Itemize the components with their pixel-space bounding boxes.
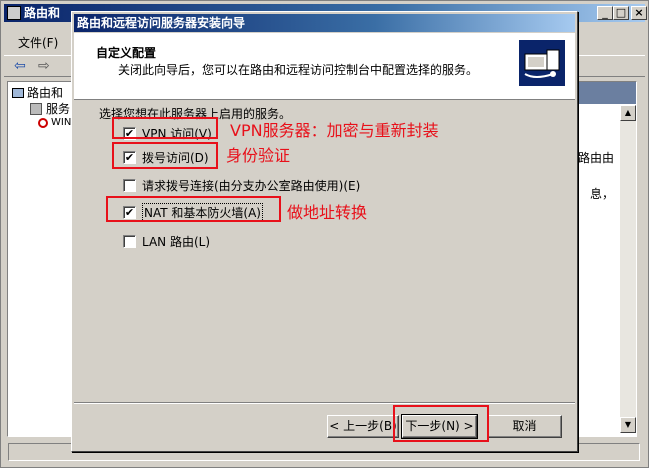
network-connection-icon [519,40,565,86]
tree-root-label: 路由和 [27,86,64,100]
wizard-header-desc: 关闭此向导后，您可以在路由和远程访问控制台中配置选择的服务。 [118,63,479,77]
annotation-box-next [393,405,489,442]
annotation-vpn: VPN服务器：加密与重新封装 [230,121,439,140]
scroll-up-button[interactable]: ▲ [620,105,636,121]
annotation-box-vpn [112,117,218,139]
option-lan-routing[interactable]: LAN 路由(L) [123,233,210,249]
back-arrow-icon[interactable]: ⇦ [14,58,26,74]
main-minimize-button[interactable]: _ [597,6,613,20]
scroll-down-button[interactable]: ▼ [620,417,636,433]
back-button[interactable]: < 上一步(B) [327,415,399,438]
tree-item-service[interactable]: 服务 [30,100,70,117]
cancel-button[interactable]: 取消 [487,415,562,438]
lan-routing-checkbox[interactable] [123,234,136,248]
wizard-header-title: 自定义配置 [96,46,157,60]
server-icon [30,102,42,115]
details-header-bar [576,82,636,104]
main-app-icon [7,6,21,20]
annotation-nat: 做地址转换 [287,203,368,222]
tree-pane: 路由和 服务 WIN [7,81,75,437]
demand-dial-checkbox[interactable] [123,178,136,192]
lan-routing-option-label: LAN 路由(L) [142,234,211,249]
annotation-box-dialup [112,142,218,169]
wizard-titlebar: 路由和远程访问服务器安装向导 [74,14,575,32]
tree-root-row[interactable]: 路由和 [12,84,63,101]
wizard-header: 自定义配置 关闭此向导后，您可以在路由和远程访问控制台中配置选择的服务。 [74,33,575,100]
wizard-separator [74,402,575,404]
details-text-fragment-2: 息， [590,187,615,201]
details-scrollbar[interactable]: ▲ ▼ [620,105,636,433]
tree-item-win-label: WIN [51,117,72,128]
forward-arrow-icon[interactable]: ⇨ [38,58,50,74]
details-text-fragment-1: 路由由 [578,151,615,165]
annotation-box-nat [106,196,281,222]
wizard-title: 路由和远程访问服务器安装向导 [77,16,246,30]
main-window-title: 路由和 [24,6,61,20]
wizard-dialog: 路由和远程访问服务器安装向导 自定义配置 关闭此向导后，您可以在路由和远程访问控… [71,11,578,452]
menu-file[interactable]: 文件(F) [18,34,58,51]
demand-dial-option-label: 请求拨号连接(由分支办公室路由使用)(E) [142,178,361,193]
option-demand-dial[interactable]: 请求拨号连接(由分支办公室路由使用)(E) [123,177,360,193]
main-maximize-button[interactable]: □ [613,6,629,20]
tree-item-service-label: 服务 [46,102,71,116]
computer-icon [12,87,24,98]
tree-item-win[interactable]: WIN [38,117,71,128]
server-status-icon [38,117,48,128]
main-close-button[interactable]: × [631,6,647,20]
annotation-dialup: 身份验证 [226,146,291,165]
